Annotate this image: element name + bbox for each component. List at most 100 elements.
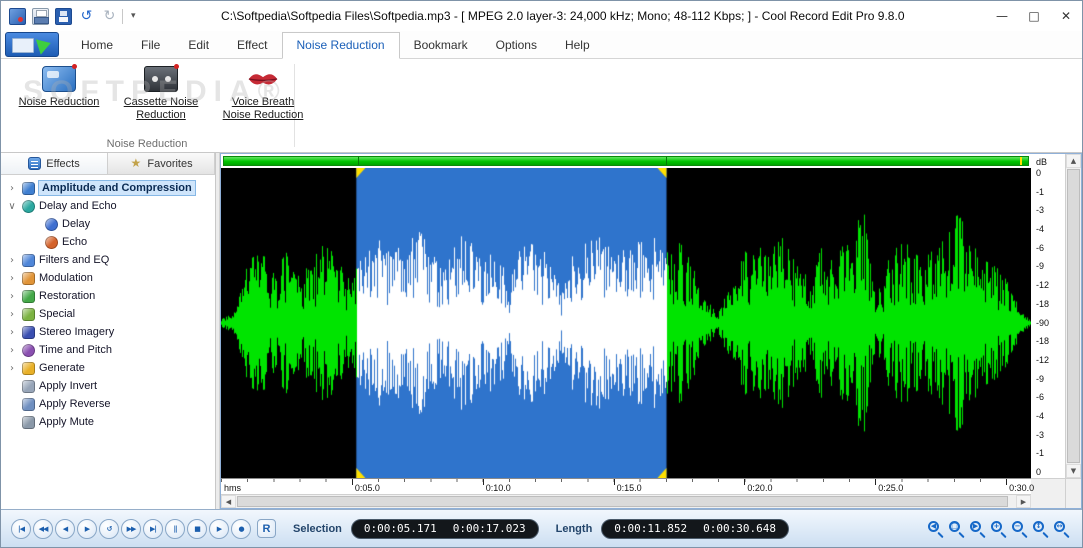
overview-bar[interactable]	[223, 156, 1029, 166]
db-tick-label: -3	[1036, 429, 1045, 440]
timeline-tick: 0:20.0	[744, 479, 772, 493]
tab-bookmark[interactable]: Bookmark	[400, 33, 482, 58]
scroll-down-icon[interactable]: ▼	[1066, 464, 1081, 478]
noise-reduction-icon	[42, 64, 77, 92]
play-selection-button[interactable]: ▶	[209, 518, 229, 539]
db-tick-label: -4	[1036, 224, 1045, 235]
zoom-to-selection-end-button[interactable]: ▶	[968, 519, 988, 539]
rewind-button[interactable]: ◀◀	[33, 518, 53, 539]
hscroll-thumb[interactable]	[237, 496, 1008, 507]
zoom-vertical-button[interactable]: ↕	[1031, 519, 1051, 539]
expand-chevron-icon[interactable]: ›	[6, 309, 18, 320]
noise-reduction-button[interactable]: Noise Reduction	[13, 64, 105, 122]
expand-chevron-icon[interactable]: ›	[6, 273, 18, 284]
skip-to-end-button[interactable]: ▶|	[143, 518, 163, 539]
tree-item-apply-mute[interactable]: Apply Mute	[1, 413, 215, 431]
db-tick-label: -6	[1036, 392, 1045, 403]
record-button[interactable]: ●	[231, 518, 251, 539]
cassette-noise-reduction-button[interactable]: Cassette Noise Reduction	[115, 64, 207, 122]
tree-item-label: Amplitude and Compression	[39, 181, 195, 195]
hscroll-track[interactable]	[236, 495, 1016, 508]
tree-item-time-and-pitch[interactable]: › Time and Pitch	[1, 341, 215, 359]
tree-item-apply-reverse[interactable]: Apply Reverse	[1, 395, 215, 413]
timeline-tick: 0:30.0	[1006, 479, 1034, 493]
tree-item-label: Filters and EQ	[39, 254, 110, 266]
print-icon[interactable]	[32, 7, 49, 25]
expand-chevron-icon[interactable]: ›	[6, 183, 18, 194]
undo-icon[interactable]: ↺	[78, 8, 95, 25]
tab-help[interactable]: Help	[551, 33, 604, 58]
waveform-plot[interactable]	[221, 168, 1031, 478]
play-backward-button[interactable]: ◀	[55, 518, 75, 539]
amplitude-icon	[22, 181, 35, 195]
redo-icon[interactable]: ↻	[101, 8, 118, 25]
record-icon[interactable]	[9, 7, 26, 25]
tab-edit[interactable]: Edit	[174, 33, 223, 58]
magnifier-glyph: ◀	[930, 522, 937, 530]
tree-item-apply-invert[interactable]: Apply Invert	[1, 377, 215, 395]
vertical-scrollbar[interactable]: ▲ ▼	[1065, 154, 1081, 478]
overview-selection-end-marker	[666, 157, 668, 165]
scroll-right-icon[interactable]: ▶	[1016, 495, 1031, 508]
zoom-out-button[interactable]: −	[1010, 519, 1030, 539]
overview-selection-start-marker	[358, 157, 360, 165]
sidebar-tab-effects[interactable]: Effects	[1, 153, 108, 174]
tree-item-delay[interactable]: Delay	[1, 215, 215, 233]
zoom-in-button[interactable]: +	[989, 519, 1009, 539]
tree-item-special[interactable]: › Special	[1, 305, 215, 323]
pause-button[interactable]: ||	[165, 518, 185, 539]
expand-chevron-icon[interactable]: ›	[6, 291, 18, 302]
selection-start-value: 0:00:05.171	[363, 522, 437, 535]
db-tick-label: -9	[1036, 373, 1045, 384]
tree-item-restoration[interactable]: › Restoration	[1, 287, 215, 305]
play-button[interactable]: ▶	[77, 518, 97, 539]
tree-item-stereo-imagery[interactable]: › Stereo Imagery	[1, 323, 215, 341]
tree-item-echo[interactable]: Echo	[1, 233, 215, 251]
skip-to-start-button[interactable]: |◀	[11, 518, 31, 539]
length-label: Length	[555, 522, 593, 535]
vscroll-thumb[interactable]	[1067, 169, 1080, 463]
tree-item-filters-and-eq[interactable]: › Filters and EQ	[1, 251, 215, 269]
save-icon[interactable]	[55, 7, 72, 25]
loop-play-button[interactable]: ↺	[99, 518, 119, 539]
expand-chevron-icon[interactable]: ›	[6, 255, 18, 266]
voice-breath-noise-reduction-button[interactable]: Voice Breath Noise Reduction	[217, 66, 309, 122]
tab-home[interactable]: Home	[67, 33, 127, 58]
db-tick-label: 0	[1036, 467, 1042, 477]
tree-item-modulation[interactable]: › Modulation	[1, 269, 215, 287]
horizontal-scrollbar[interactable]: ◀ ▶	[221, 494, 1031, 508]
expand-chevron-icon[interactable]: ∨	[6, 201, 18, 212]
scroll-up-icon[interactable]: ▲	[1066, 154, 1081, 168]
minimize-button[interactable]: —	[986, 1, 1018, 31]
record-mode-button[interactable]: R	[257, 519, 276, 538]
overview-cell	[221, 154, 1031, 168]
sidebar-tabs: Effects ★ Favorites	[1, 153, 215, 175]
tree-item-generate[interactable]: › Generate	[1, 359, 215, 377]
stop-button[interactable]: ■	[187, 518, 207, 539]
maximize-button[interactable]: □	[1018, 1, 1050, 31]
zoom-to-selection-start-button[interactable]: ◀	[926, 519, 946, 539]
tree-item-delay-and-echo[interactable]: ∨ Delay and Echo	[1, 197, 215, 215]
timeline-tick: 0:15.0	[613, 479, 642, 493]
tree-item-amplitude-and-compression[interactable]: › Amplitude and Compression	[1, 179, 215, 197]
expand-chevron-icon[interactable]: ›	[6, 327, 18, 338]
fast-forward-button[interactable]: ▶▶	[121, 518, 141, 539]
sidebar-tab-favorites[interactable]: ★ Favorites	[108, 153, 215, 174]
timeline-ruler[interactable]: hms 0:05.0 0:10.0 0:15.0 0:20.0 0:25.0 0:30.0	[221, 478, 1034, 494]
magnifier-glyph: −	[1014, 522, 1021, 530]
timeline-tick-label: 0:10.0	[485, 483, 511, 493]
tab-file[interactable]: File	[127, 33, 174, 58]
close-button[interactable]: ✕	[1050, 1, 1082, 31]
zoom-selection-button[interactable]: □	[947, 519, 967, 539]
tab-noise-reduction[interactable]: Noise Reduction	[281, 32, 400, 59]
zoom-full-button[interactable]: ↔	[1052, 519, 1072, 539]
expand-chevron-icon[interactable]: ›	[6, 345, 18, 356]
expand-chevron-icon[interactable]: ›	[6, 363, 18, 374]
app-logo[interactable]	[5, 32, 59, 57]
scroll-left-icon[interactable]: ◀	[221, 495, 236, 508]
tab-effect[interactable]: Effect	[223, 33, 281, 58]
toolbar-dropdown-icon[interactable]: ▾	[127, 11, 140, 21]
tab-options[interactable]: Options	[482, 33, 551, 58]
vscroll-track[interactable]	[1066, 168, 1081, 464]
waveform-canvas[interactable]	[221, 168, 1031, 478]
